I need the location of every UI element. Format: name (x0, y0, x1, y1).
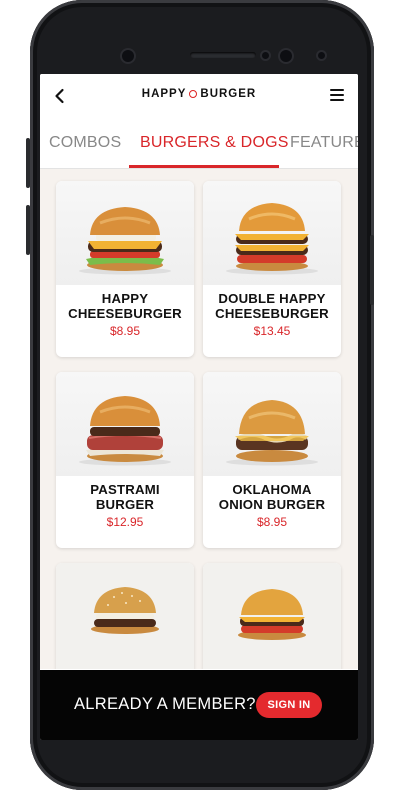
phone-speaker (190, 52, 256, 58)
burger-image (56, 181, 194, 285)
item-name-line2: CHEESEBURGER (68, 305, 182, 321)
burger-image (203, 563, 341, 669)
menu-item-card[interactable]: DOUBLE HAPPY CHEESEBURGER $13.45 (203, 181, 341, 357)
burger-image (56, 563, 194, 669)
logo-text-left: HAPPY (141, 88, 187, 100)
item-name-line1: DOUBLE HAPPY (218, 291, 326, 306)
tab-combos[interactable]: COMBOS (49, 134, 121, 152)
item-name-line2: ONION BURGER (218, 496, 326, 512)
light-sensor (318, 52, 325, 59)
bixby-button (26, 205, 30, 255)
menu-item-card[interactable] (56, 563, 194, 669)
menu-item-card[interactable]: HAPPY CHEESEBURGER $8.95 (56, 181, 194, 357)
top-bar: HAPPY BURGER (40, 74, 358, 118)
active-tab-indicator (129, 165, 279, 168)
front-camera (122, 50, 134, 62)
tab-burgers-dogs[interactable]: BURGERS & DOGS (140, 134, 289, 152)
app-screen: HAPPY BURGER COMBOS BURGERS & DOGS FEATU… (40, 74, 358, 740)
member-bar: ALREADY A MEMBER? SIGN IN (40, 670, 358, 740)
item-price: $12.95 (106, 515, 144, 529)
burger-image (203, 372, 341, 476)
brand-logo: HAPPY BURGER (40, 88, 358, 100)
item-name-line1: OKLAHOMA (232, 482, 312, 497)
item-name-line1: PASTRAMI (90, 482, 160, 497)
item-price: $8.95 (256, 515, 288, 529)
member-prompt: ALREADY A MEMBER? (74, 695, 256, 713)
hamburger-menu-icon[interactable] (330, 89, 344, 101)
burger-image (56, 372, 194, 476)
item-name-line2: CHEESEBURGER (215, 305, 329, 321)
menu-grid: HAPPY CHEESEBURGER $8.95 DOUBLE HAPPY CH… (40, 169, 358, 669)
item-price: $13.45 (253, 324, 291, 338)
item-name-line2: BURGER (95, 496, 155, 512)
power-button (370, 235, 374, 305)
volume-button (26, 138, 30, 188)
logo-smile-icon (189, 90, 198, 98)
item-name-line1: HAPPY (101, 291, 149, 306)
menu-item-card[interactable] (203, 563, 341, 669)
burger-image (203, 181, 341, 285)
menu-item-card[interactable]: PASTRAMI BURGER $12.95 (56, 372, 194, 548)
sign-in-button[interactable]: SIGN IN (256, 692, 322, 718)
tab-features[interactable]: FEATURE (290, 134, 358, 152)
front-sensor (280, 50, 292, 62)
menu-item-card[interactable]: OKLAHOMA ONION BURGER $8.95 (203, 372, 341, 548)
logo-text-right: BURGER (200, 88, 257, 100)
category-tabs: COMBOS BURGERS & DOGS FEATURE (40, 118, 358, 169)
proximity-sensor (262, 52, 269, 59)
item-price: $8.95 (109, 324, 141, 338)
